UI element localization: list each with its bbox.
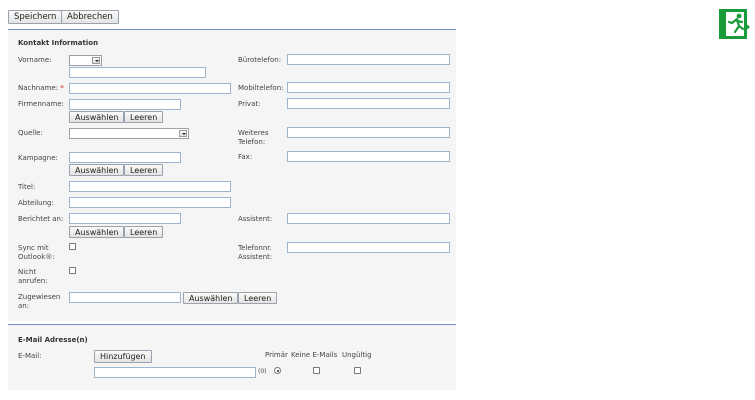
other-phone-input[interactable] (287, 127, 450, 138)
reports-to-input[interactable] (69, 213, 181, 224)
salutation-select[interactable] (69, 55, 102, 66)
add-email-button[interactable]: Hinzufügen (94, 350, 152, 363)
label-vorname: Vorname: (18, 56, 52, 64)
email-input[interactable] (94, 367, 256, 378)
chevron-down-icon (92, 57, 100, 64)
label-telefonnr-assistent: Telefonnr. Assistent: (238, 244, 273, 261)
do-not-call-checkbox[interactable] (69, 267, 76, 274)
exit-door-icon (717, 7, 751, 41)
label-quelle: Quelle: (18, 129, 43, 137)
company-select-button[interactable]: Auswählen (69, 111, 125, 123)
label-abteilung: Abteilung: (18, 199, 54, 207)
label-nachname: Nachname: * (18, 84, 64, 92)
fax-input[interactable] (287, 151, 450, 162)
chevron-down-icon (179, 130, 187, 137)
reports-to-clear-button[interactable]: Leeren (124, 226, 164, 238)
firstname-input[interactable] (69, 67, 206, 78)
label-berichtet-an: Berichtet an: (18, 215, 64, 223)
assigned-to-clear-button[interactable]: Leeren (238, 292, 278, 304)
column-invalid: Ungültig (342, 351, 372, 359)
label-titel: Titel: (18, 183, 36, 191)
campaign-select-button[interactable]: Auswählen (69, 164, 125, 176)
label-zugewiesen-an: Zugewiesen an: (18, 293, 61, 310)
department-input[interactable] (69, 197, 231, 208)
campaign-input[interactable] (69, 152, 181, 163)
invalid-email-checkbox[interactable] (354, 367, 361, 374)
home-phone-input[interactable] (287, 98, 450, 109)
email-panel (8, 324, 456, 390)
section-title-contact: Kontakt Information (18, 39, 99, 47)
label-kampagne: Kampagne: (18, 154, 58, 162)
assigned-to-select-button[interactable]: Auswählen (183, 292, 239, 304)
assigned-to-input[interactable] (69, 292, 181, 303)
column-primary: Primär (265, 351, 288, 359)
column-no-emails: Keine E-Mails (291, 351, 338, 359)
label-weiteres-telefon: Weiteres Telefon: (238, 129, 269, 146)
title-input[interactable] (69, 181, 231, 192)
campaign-clear-button[interactable]: Leeren (124, 164, 164, 176)
save-button[interactable]: Speichern (8, 10, 63, 24)
office-phone-input[interactable] (287, 54, 450, 65)
label-nicht-anrufen: Nicht anrufen: (18, 268, 48, 285)
mobile-phone-input[interactable] (287, 82, 450, 93)
source-select[interactable] (69, 128, 189, 139)
assistant-phone-input[interactable] (287, 242, 450, 253)
label-buerotelefon: Bürotelefon: (238, 56, 282, 64)
assistant-input[interactable] (287, 213, 450, 224)
sync-outlook-checkbox[interactable] (69, 243, 76, 250)
email-row-marker: (0) (258, 368, 267, 375)
label-email: E-Mail: (18, 352, 42, 360)
label-privat: Privat: (238, 100, 261, 108)
required-marker: * (60, 84, 64, 92)
company-clear-button[interactable]: Leeren (124, 111, 164, 123)
label-mobiltelefon: Mobiltelefon: (238, 84, 284, 92)
label-assistent: Assistent: (238, 215, 273, 223)
section-title-email: E-Mail Adresse(n) (18, 336, 88, 344)
cancel-button[interactable]: Abbrechen (61, 10, 119, 24)
reports-to-select-button[interactable]: Auswählen (69, 226, 125, 238)
lastname-input[interactable] (69, 83, 231, 94)
primary-email-radio[interactable] (274, 367, 281, 374)
company-input[interactable] (69, 99, 181, 110)
no-emails-checkbox[interactable] (313, 367, 320, 374)
label-sync-outlook: Sync mit Outlook®: (18, 244, 55, 261)
label-fax: Fax: (238, 153, 253, 161)
label-firmenname: Firmenname: (18, 100, 64, 108)
